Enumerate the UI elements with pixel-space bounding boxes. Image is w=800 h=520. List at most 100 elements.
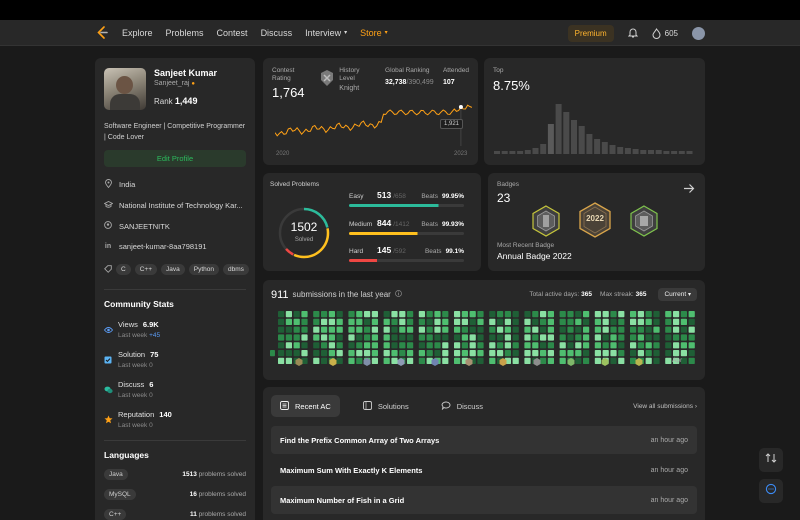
nav-interview[interactable]: Interview ▾ — [305, 28, 347, 38]
heatmap-cell — [328, 350, 335, 357]
stat-label: Reputation — [118, 410, 155, 419]
divider — [104, 440, 246, 441]
profile-rank: Rank 1,449 — [154, 96, 217, 106]
view-all-submissions-link[interactable]: View all submissions › — [633, 403, 697, 410]
heatmap-cell — [477, 311, 484, 318]
nav-interview-label: Interview — [305, 27, 342, 38]
annual-badge-icon[interactable]: 2022 — [579, 202, 611, 243]
avatar[interactable] — [692, 26, 705, 40]
heatmap-cell — [567, 311, 574, 318]
skill-tag[interactable]: Java — [161, 263, 185, 275]
current-dropdown[interactable]: Current ▾ — [658, 288, 697, 301]
skill-tag[interactable]: C — [116, 263, 131, 275]
difficulty-name: Easy — [349, 193, 364, 200]
list-item[interactable]: Maximum Number of Fish in a Grid an hour… — [271, 486, 697, 514]
heatmap-cell — [618, 326, 625, 333]
heatmap-cell — [602, 326, 609, 333]
language-unit: problems solved — [198, 511, 246, 518]
skill-tag[interactable]: C++ — [134, 263, 157, 275]
list-item[interactable]: Maximum Sum With Exactly K Elements an h… — [271, 456, 697, 484]
list-item[interactable]: Find the Prefix Common Array of Two Arra… — [271, 426, 697, 454]
tab-discuss[interactable]: Discuss — [432, 395, 492, 417]
language-count: 11 — [189, 511, 197, 518]
histogram-bar — [617, 147, 624, 154]
heatmap-cell — [630, 342, 637, 349]
difficulty-progress-bar — [349, 204, 464, 207]
nav-explore[interactable]: Explore — [122, 28, 153, 38]
heatmap-cell — [567, 342, 574, 349]
language-row: Java 1513 problems solved — [104, 469, 246, 480]
nav-contest[interactable]: Contest — [217, 28, 248, 38]
heatmap-cell — [442, 326, 449, 333]
edit-profile-button[interactable]: Edit Profile — [104, 150, 246, 167]
heatmap-cell — [688, 334, 695, 341]
heatmap-cell — [383, 350, 390, 357]
school-row: National Institute of Technology Kar... — [104, 201, 246, 210]
info-icon[interactable] — [394, 290, 402, 299]
heatmap-cell — [583, 311, 590, 318]
linkedin-row[interactable]: in sanjeet-kumar-8aa798191 — [104, 242, 246, 251]
nav-discuss[interactable]: Discuss — [261, 28, 293, 38]
heatmap-cell — [348, 350, 355, 357]
heatmap-cell — [630, 334, 637, 341]
stat-sub: Last week — [118, 362, 148, 369]
heatmap-cell — [567, 350, 574, 357]
badge-hexagon-icon[interactable] — [630, 205, 658, 242]
swap-button[interactable] — [759, 448, 783, 472]
streak-counter[interactable]: 605 — [652, 27, 678, 39]
heatmap-cell — [364, 334, 371, 341]
heatmap-cell — [454, 342, 461, 349]
chart-year-end: 2023 — [454, 151, 468, 157]
heatmap-cell — [278, 318, 285, 325]
histogram-bar — [648, 150, 654, 154]
leetcode-logo-icon[interactable] — [95, 26, 109, 40]
heatmap-cell — [454, 318, 461, 325]
stat-value: 75 — [150, 350, 159, 359]
heatmap-cell — [610, 326, 617, 333]
heatmap-cell — [477, 342, 484, 349]
heatmap-cell — [532, 318, 539, 325]
heatmap-cell — [645, 326, 652, 333]
heatmap-cell — [391, 326, 398, 333]
tab-label: Recent AC — [295, 401, 331, 411]
heatmap-cell — [567, 318, 574, 325]
heatmap-cell — [653, 350, 660, 357]
beats-label: Beats — [421, 193, 438, 200]
heatmap-cell — [407, 311, 414, 318]
nav-store[interactable]: Store ▾ — [360, 28, 388, 38]
active-days-label: Total active days: — [529, 291, 580, 298]
histogram-bar — [601, 142, 608, 154]
heatmap-cell — [371, 357, 378, 364]
skill-tag[interactable]: dbms — [222, 263, 249, 275]
heatmap-cell — [356, 326, 363, 333]
heatmap-cell — [407, 326, 414, 333]
heatmap-cell — [673, 350, 680, 357]
heatmap-cell — [680, 326, 687, 333]
heatmap-cell — [602, 311, 609, 318]
badge-year-text: 2022 — [586, 214, 604, 223]
heatmap-cell — [637, 350, 644, 357]
arrow-right-icon[interactable] — [683, 181, 695, 199]
feedback-button[interactable] — [759, 479, 783, 503]
heatmap-cell — [540, 326, 547, 333]
github-row[interactable]: SANJEETNITK — [104, 221, 246, 231]
premium-button[interactable]: Premium — [567, 24, 614, 42]
flame-icon: ● — [191, 81, 195, 87]
histogram-bar — [517, 151, 524, 154]
tab-recent-ac[interactable]: Recent AC — [271, 395, 340, 417]
top-percentile-panel: Top 8.75% — [484, 58, 705, 165]
nav-problems[interactable]: Problems — [166, 28, 204, 38]
github-text: SANJEETNITK — [119, 221, 170, 231]
chat-bubbles-icon — [104, 381, 113, 394]
submissions-label: submissions in the last year — [292, 290, 391, 299]
bell-icon[interactable] — [627, 27, 638, 40]
badge-hexagon-icon[interactable] — [532, 205, 560, 242]
heatmap-cell — [293, 334, 300, 341]
heatmap-cell — [301, 350, 308, 357]
tab-solutions[interactable]: Solutions — [354, 395, 418, 417]
skill-tag[interactable]: Python — [188, 263, 219, 275]
max-streak-value: 365 — [635, 291, 647, 298]
heatmap-cell — [532, 326, 539, 333]
heatmap-cell — [477, 350, 484, 357]
heatmap-cell — [461, 326, 468, 333]
